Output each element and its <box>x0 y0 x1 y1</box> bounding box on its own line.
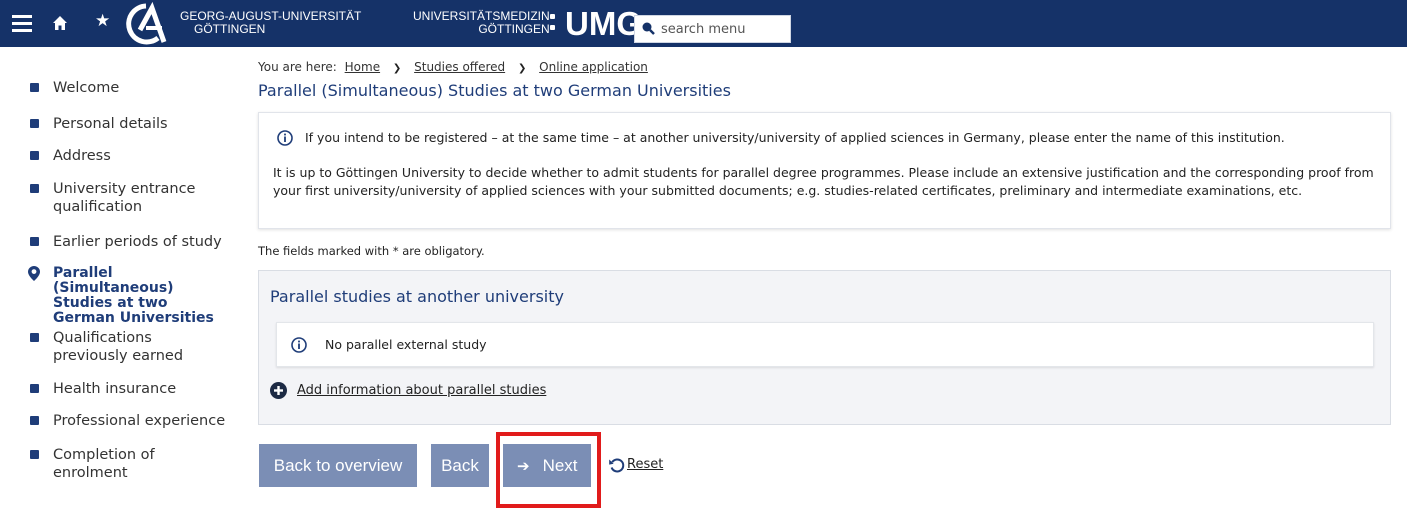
search-input[interactable] <box>657 18 787 40</box>
sidebar-item-label: Completion of enrolment <box>53 447 155 481</box>
sidebar-item-label: Qualifications previously earned <box>53 330 184 364</box>
university-name-line2: GÖTTINGEN <box>194 22 266 36</box>
sidebar-item-label: University entrance qualification <box>53 181 196 215</box>
umg-colon-mark <box>550 14 556 34</box>
add-parallel-studies-link[interactable]: Add information about parallel studies <box>270 381 546 400</box>
breadcrumb-prefix: You are here: <box>258 60 337 74</box>
sidebar-item-label: Parallel (Simultaneous) Studies at two G… <box>53 265 214 326</box>
bullet-icon <box>30 83 39 92</box>
university-logo[interactable] <box>118 2 176 46</box>
sidebar-item-health-insurance[interactable]: Health insurance <box>30 380 176 398</box>
sidebar-item-university-entrance-qualification[interactable]: University entrance qualification <box>30 180 230 216</box>
sidebar-item-welcome[interactable]: Welcome <box>30 79 119 97</box>
search-icon <box>642 22 655 35</box>
bullet-icon <box>30 184 39 193</box>
sidebar-item-qualifications-previously-earned[interactable]: Qualifications previously earned <box>30 329 230 365</box>
reset-link[interactable]: Reset <box>608 456 663 474</box>
sidebar-item-label: Welcome <box>53 80 120 96</box>
obligatory-fields-note: The fields marked with * are obligatory. <box>258 244 485 258</box>
arrow-right-icon: ➔ <box>517 458 530 475</box>
sidebar-item-address[interactable]: Address <box>30 147 111 165</box>
info-text-registration: If you intend to be registered – at the … <box>305 130 1285 145</box>
reset-icon <box>609 458 625 473</box>
plus-circle-icon <box>270 382 287 399</box>
sidebar-item-label: Professional experience <box>53 413 226 429</box>
bullet-icon <box>30 416 39 425</box>
add-parallel-studies-label: Add information about parallel studies <box>297 383 547 398</box>
bullet-icon <box>30 151 39 160</box>
breadcrumb-home[interactable]: Home <box>345 60 380 74</box>
sidebar-item-parallel-studies[interactable]: Parallel (Simultaneous) Studies at two G… <box>28 265 230 326</box>
breadcrumb-separator-icon: ❯ <box>517 63 527 74</box>
bullet-icon <box>30 333 39 342</box>
info-text-admission: It is up to Göttingen University to deci… <box>273 165 1374 198</box>
no-parallel-study-notice: No parallel external study <box>276 322 1374 367</box>
sidebar-item-label: Personal details <box>53 116 168 132</box>
breadcrumb-studies-offered[interactable]: Studies offered <box>414 60 505 74</box>
parallel-studies-section: Parallel studies at another university N… <box>258 270 1391 425</box>
top-bar: ★ GEORG-AUGUST-UNIVERSITÄT GÖTTINGEN UNI… <box>0 0 1407 47</box>
sidebar-item-personal-details[interactable]: Personal details <box>30 115 168 133</box>
bullet-icon <box>30 450 39 459</box>
location-pin-icon <box>28 266 40 281</box>
sidebar-item-earlier-periods-of-study[interactable]: Earlier periods of study <box>30 233 222 251</box>
sidebar-item-completion-of-enrolment[interactable]: Completion of enrolment <box>30 446 230 482</box>
bullet-icon <box>30 237 39 246</box>
back-to-overview-button[interactable]: Back to overview <box>259 444 417 487</box>
medicine-name-line2: GÖTTINGEN <box>478 22 550 36</box>
breadcrumb: You are here: Home ❯ Studies offered ❯ O… <box>258 60 648 76</box>
bullet-icon <box>30 384 39 393</box>
breadcrumb-separator-icon: ❯ <box>392 63 402 74</box>
star-icon[interactable]: ★ <box>95 11 110 31</box>
sidebar-item-label: Earlier periods of study <box>53 234 222 250</box>
university-name[interactable]: GEORG-AUGUST-UNIVERSITÄT GÖTTINGEN <box>180 10 361 36</box>
home-icon[interactable] <box>52 15 68 31</box>
sidebar-item-label: Health insurance <box>53 381 177 397</box>
reset-label: Reset <box>627 457 664 472</box>
search-box[interactable] <box>634 15 791 43</box>
section-title: Parallel studies at another university <box>270 287 564 306</box>
no-parallel-study-text: No parallel external study <box>325 337 487 352</box>
sidebar-item-professional-experience[interactable]: Professional experience <box>30 412 230 430</box>
info-panel: If you intend to be registered – at the … <box>258 112 1391 229</box>
bullet-icon <box>30 119 39 128</box>
info-icon <box>291 337 307 353</box>
breadcrumb-online-application[interactable]: Online application <box>539 60 648 74</box>
next-button[interactable]: ➔ Next <box>503 444 591 487</box>
umg-logo[interactable]: UMG <box>565 6 642 42</box>
sidebar-item-label: Address <box>53 148 111 164</box>
medicine-name[interactable]: UNIVERSITÄTSMEDIZIN GÖTTINGEN <box>413 10 550 36</box>
back-button[interactable]: Back <box>431 444 489 487</box>
next-button-label: Next <box>542 456 578 475</box>
page-title: Parallel (Simultaneous) Studies at two G… <box>258 81 731 100</box>
menu-icon[interactable] <box>12 15 32 32</box>
info-icon <box>277 130 293 146</box>
